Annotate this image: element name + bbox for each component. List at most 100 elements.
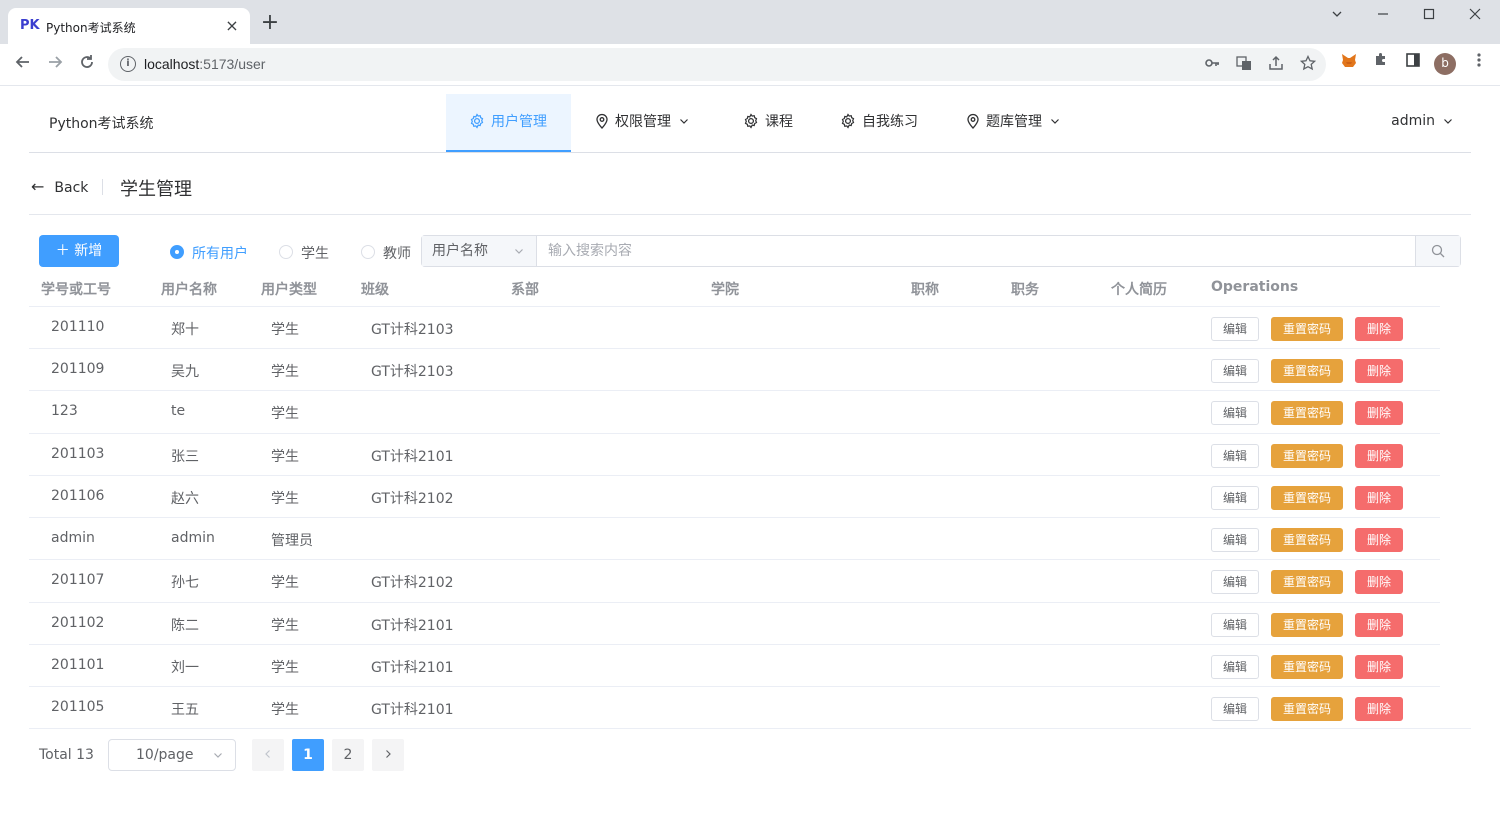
edit-button[interactable]: 编辑: [1211, 444, 1259, 468]
cell-name: 孙七: [171, 575, 199, 591]
cell-name: admin: [171, 530, 215, 546]
chevron-down-icon: [214, 753, 222, 758]
share-icon[interactable]: [1266, 55, 1286, 75]
search-button[interactable]: [1415, 236, 1460, 266]
cell-id: 123: [51, 403, 78, 419]
cell-id: 201110: [51, 319, 105, 335]
translate-icon[interactable]: [1234, 55, 1254, 75]
delete-button[interactable]: 删除: [1355, 570, 1403, 594]
site-info-icon[interactable]: i: [120, 56, 136, 72]
back-button[interactable]: ← Back: [31, 177, 88, 196]
tab-favicon: PK: [20, 18, 40, 33]
add-user-button[interactable]: ＋ 新增: [39, 235, 119, 267]
tab-close-icon[interactable]: ×: [222, 16, 242, 36]
reset-password-button[interactable]: 重置密码: [1271, 697, 1343, 721]
user-dropdown[interactable]: admin: [1391, 113, 1453, 129]
edit-button[interactable]: 编辑: [1211, 570, 1259, 594]
menu-item-self-practice[interactable]: 自我练习: [840, 94, 918, 152]
browser-menu-icon[interactable]: [1468, 52, 1490, 74]
delete-button[interactable]: 删除: [1355, 359, 1403, 383]
chevron-down-icon: [1444, 119, 1452, 124]
new-tab-icon[interactable]: +: [260, 12, 280, 34]
divider: [102, 179, 103, 195]
cell-class: GT计科2103: [371, 364, 454, 380]
delete-button[interactable]: 删除: [1355, 528, 1403, 552]
edit-button[interactable]: 编辑: [1211, 697, 1259, 721]
search-icon: [1431, 244, 1445, 258]
radio-teachers[interactable]: 教师: [361, 243, 411, 263]
cell-class: GT计科2101: [371, 449, 454, 465]
chevron-left-icon: [265, 750, 270, 758]
extensions-puzzle-icon[interactable]: [1370, 52, 1392, 74]
menu-item-user-management[interactable]: 用户管理: [446, 94, 571, 152]
delete-button[interactable]: 删除: [1355, 401, 1403, 425]
side-panel-icon[interactable]: [1402, 52, 1424, 74]
cell-id: 201106: [51, 488, 105, 504]
location-icon: [967, 113, 979, 129]
delete-button[interactable]: 删除: [1355, 317, 1403, 341]
table-body: 201110 郑十 学生 GT计科2103 编辑 重置密码 删除 201109 吴九 学生 GT计科…: [29, 307, 1440, 729]
back-arrow-icon[interactable]: [10, 52, 36, 78]
edit-button[interactable]: 编辑: [1211, 317, 1259, 341]
prev-page-button[interactable]: [252, 739, 284, 771]
cell-id: 201101: [51, 657, 105, 673]
search-input[interactable]: [538, 236, 1416, 266]
forward-arrow-icon[interactable]: [42, 52, 68, 78]
edit-button[interactable]: 编辑: [1211, 613, 1259, 637]
delete-button[interactable]: 删除: [1355, 613, 1403, 637]
table-row: 201106 赵六 学生 GT计科2102 编辑 重置密码 删除: [29, 476, 1440, 518]
reset-password-button[interactable]: 重置密码: [1271, 570, 1343, 594]
table-row: 123 te 学生 编辑 重置密码 删除: [29, 391, 1440, 434]
search-field-select[interactable]: 用户名称: [422, 236, 537, 266]
edit-button[interactable]: 编辑: [1211, 401, 1259, 425]
cell-type: 学生: [271, 491, 299, 507]
column-header: 系部: [511, 282, 539, 298]
cell-id: 201103: [51, 446, 105, 462]
cell-class: GT计科2101: [371, 702, 454, 718]
profile-avatar[interactable]: b: [1434, 53, 1456, 75]
reload-icon[interactable]: [74, 52, 100, 78]
close-window-icon[interactable]: [1452, 4, 1498, 28]
radio-all-users[interactable]: 所有用户: [170, 243, 248, 263]
key-icon[interactable]: [1202, 55, 1222, 75]
page-button-2[interactable]: 2: [332, 739, 364, 771]
radio-students[interactable]: 学生: [279, 243, 329, 263]
delete-button[interactable]: 删除: [1355, 486, 1403, 510]
maximize-icon[interactable]: [1406, 4, 1452, 28]
tab-search-chevron-icon[interactable]: [1314, 4, 1360, 28]
table-row: 201105 王五 学生 GT计科2101 编辑 重置密码 删除: [29, 687, 1440, 729]
reset-password-button[interactable]: 重置密码: [1271, 359, 1343, 383]
cell-name: 吴九: [171, 364, 199, 380]
delete-button[interactable]: 删除: [1355, 444, 1403, 468]
bookmark-star-icon[interactable]: [1298, 54, 1318, 75]
minimize-icon[interactable]: [1360, 4, 1406, 28]
delete-button[interactable]: 删除: [1355, 655, 1403, 679]
column-header: 学院: [711, 282, 739, 298]
reset-password-button[interactable]: 重置密码: [1271, 444, 1343, 468]
page-size-select[interactable]: 10/page: [108, 739, 236, 771]
browser-tab[interactable]: PK Python考试系统 ×: [8, 8, 250, 44]
metamask-fox-icon[interactable]: [1338, 52, 1360, 74]
next-page-button[interactable]: [372, 739, 404, 771]
page-button-1[interactable]: 1: [292, 739, 324, 771]
address-bar[interactable]: i localhost:5173/user: [108, 48, 1326, 81]
reset-password-button[interactable]: 重置密码: [1271, 317, 1343, 341]
browser-tab-bar: PK Python考试系统 × +: [0, 0, 1500, 44]
edit-button[interactable]: 编辑: [1211, 359, 1259, 383]
edit-button[interactable]: 编辑: [1211, 528, 1259, 552]
cell-id: 201109: [51, 361, 105, 377]
menu-item-courses[interactable]: 课程: [743, 94, 793, 152]
menu-item-permission-management[interactable]: 权限管理: [595, 94, 689, 152]
search-group: 用户名称: [421, 235, 1461, 267]
reset-password-button[interactable]: 重置密码: [1271, 486, 1343, 510]
edit-button[interactable]: 编辑: [1211, 655, 1259, 679]
reset-password-button[interactable]: 重置密码: [1271, 655, 1343, 679]
radio-dot-icon: [170, 245, 184, 259]
reset-password-button[interactable]: 重置密码: [1271, 401, 1343, 425]
menu-item-question-bank[interactable]: 题库管理: [966, 94, 1060, 152]
edit-button[interactable]: 编辑: [1211, 486, 1259, 510]
reset-password-button[interactable]: 重置密码: [1271, 528, 1343, 552]
reset-password-button[interactable]: 重置密码: [1271, 613, 1343, 637]
table-header: 学号或工号 用户名称 用户类型 班级 系部 学院 职称 职务 个人简历 Oper…: [29, 271, 1440, 307]
delete-button[interactable]: 删除: [1355, 697, 1403, 721]
